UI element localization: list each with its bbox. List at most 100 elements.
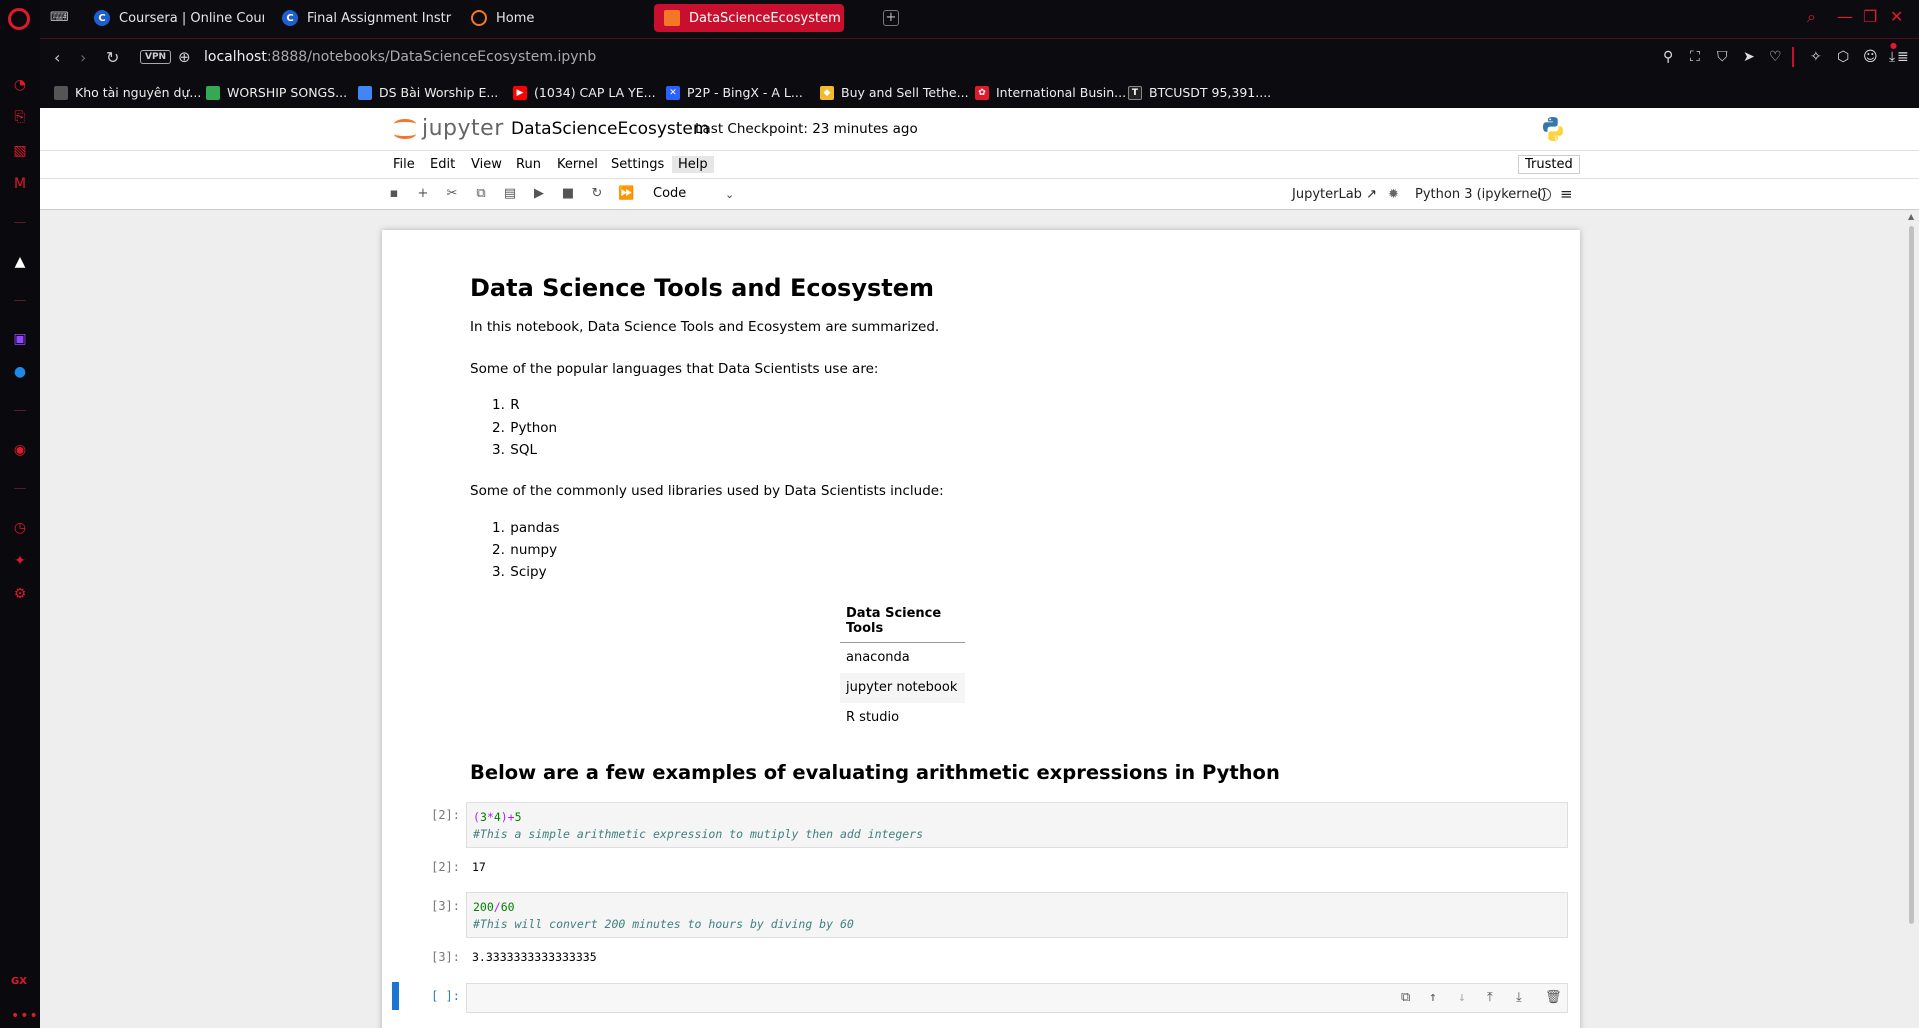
back-button[interactable]: ‹ [54,48,60,67]
extensions-icon[interactable]: ✧ [1810,49,1822,65]
profile-icon[interactable]: ☺ [1863,49,1878,65]
stop-icon[interactable]: ■ [560,186,576,201]
jupyter-icon [471,10,487,26]
tab-datascienceecosystem[interactable]: DataScienceEcosystem [654,4,844,32]
scroll-up-icon[interactable]: ▲ [1908,212,1914,221]
jupyter-menubar: File Edit View Run Kernel Settings Help … [40,150,1919,178]
chevron-down-icon[interactable]: ⌄ [725,188,734,201]
insert-above-icon[interactable]: ⤒ [1487,989,1493,1006]
settings-menu-icon[interactable]: ≡ [1560,185,1573,203]
menu-edit[interactable]: Edit [424,156,461,173]
app-icon[interactable]: ▲ [11,253,29,271]
workspace-icon[interactable]: ⌨ [50,10,69,25]
minimize-button[interactable]: — [1837,7,1853,26]
debugger-bug-icon[interactable]: ✹ [1388,187,1399,202]
jupyter-logo-text: jupyter [422,115,504,141]
output-prompt: [2]: [431,860,460,874]
tab-label: Final Assignment Instruct... [307,10,452,26]
bookmark-item[interactable]: Kho tài nguyên dự... [54,85,201,100]
gx-icon[interactable]: GX [11,976,27,987]
tab-home[interactable]: Home [461,4,641,32]
save-icon[interactable]: ▪ [386,186,402,201]
easy-setup-icon[interactable]: ≣ [1897,49,1909,65]
menu-kernel[interactable]: Kernel [551,156,604,173]
player-icon[interactable]: ◉ [11,441,29,459]
forward-button[interactable]: › [80,48,86,67]
extensions-icon[interactable]: ✦ [11,552,29,570]
code-cell[interactable]: (3*4)+5 #This a simple arithmetic expres… [466,802,1568,848]
menu-help[interactable]: Help [672,156,714,173]
code-cell-empty[interactable]: ⧉ ↑ ↓ ⤒ ⤓ 🗑 [466,983,1568,1013]
vpn-badge[interactable]: VPN [140,50,172,64]
aria-icon[interactable]: ◔ [11,76,29,94]
close-window-button[interactable]: ✕ [1890,7,1903,26]
menu-file[interactable]: File [387,156,421,173]
twitch-icon[interactable]: ▣ [11,330,29,348]
run-all-icon[interactable]: ⏩ [618,186,634,201]
cell-output: 3.3333333333333335 [472,950,597,964]
speed-dial-icon[interactable]: ▧ [11,142,29,160]
cut-icon[interactable]: ✂ [444,186,460,201]
paste-icon[interactable]: ▤ [502,186,518,201]
bookmark-item[interactable]: ✿ International Busin... [975,85,1126,100]
ai-tools-icon[interactable]: ⎘ [11,108,29,126]
code-cell[interactable]: 200/60 #This will convert 200 minutes to… [466,892,1568,938]
address-bar: ‹ › ↻ VPN ⊕ localhost:8888/notebooks/Dat… [40,38,1919,76]
jupyter-logo[interactable]: jupyter [394,115,504,141]
wallet-icon[interactable]: ⬡ [1837,49,1849,65]
gmail-icon[interactable]: M [11,175,29,193]
history-icon[interactable]: ◷ [11,519,29,537]
code-comment: #This will convert 200 minutes to hours … [473,917,854,931]
downloads-icon[interactable]: ⤓ [1889,49,1895,65]
bookmark-label: BTCUSDT 95,391.... [1149,85,1272,100]
bookmark-item[interactable]: ◆ Buy and Sell Tethe... [820,85,969,100]
notebook-title[interactable]: DataScienceEcosystem [511,119,709,139]
scrollbar-thumb[interactable] [1909,226,1914,924]
restore-button[interactable]: ❐ [1863,7,1877,26]
restart-icon[interactable]: ↻ [589,186,605,201]
insert-below-icon[interactable]: ⤓ [1516,989,1522,1006]
url-field[interactable]: localhost:8888/notebooks/DataScienceEcos… [204,49,596,65]
add-cell-icon[interactable]: + [415,186,431,201]
trusted-indicator[interactable]: Trusted [1518,155,1580,174]
python-logo-icon [1543,117,1563,141]
settings-gear-icon[interactable]: ⚙ [11,585,29,603]
pin-icon[interactable]: ⚲ [1663,49,1673,65]
menu-view[interactable]: View [465,156,508,173]
page-scrollbar[interactable]: ▲ [1908,212,1916,1028]
snapshot-icon[interactable]: ⛶ [1690,49,1700,65]
heart-icon[interactable]: ♡ [1769,49,1782,65]
tradingview-icon: T [1128,85,1142,100]
search-tabs-icon[interactable]: ⌕ [1807,7,1816,27]
run-icon[interactable]: ▶ [531,186,547,201]
reload-button[interactable]: ↻ [106,48,119,67]
tab-final-assignment[interactable]: C Final Assignment Instruct... [272,4,452,32]
duplicate-cell-icon[interactable]: ⧉ [1401,989,1410,1006]
bookmark-item[interactable]: ▶ (1034) CAP LA YE... [513,85,656,100]
tab-coursera[interactable]: C Coursera | Online Course... [84,4,264,32]
bookmark-item[interactable]: DS Bài Worship E... [358,85,498,100]
external-link-icon: ↗ [1366,187,1377,202]
kernel-name[interactable]: Python 3 (ipykernel) [1415,187,1546,202]
delete-cell-icon[interactable]: 🗑 [1545,989,1562,1006]
tab-label: DataScienceEcosystem [689,10,841,26]
bookmark-item[interactable]: T BTCUSDT 95,391.... [1128,85,1271,100]
menu-run[interactable]: Run [510,156,547,173]
move-up-icon[interactable]: ↑ [1429,989,1437,1006]
send-icon[interactable]: ➤ [1743,49,1755,65]
adblock-shield-icon[interactable]: ⛉ [1717,49,1728,65]
copy-icon[interactable]: ⧉ [473,186,489,201]
jupyter-logo-icon [394,115,416,141]
jupyterlab-link[interactable]: JupyterLab ↗ [1292,187,1377,202]
menu-settings[interactable]: Settings [605,156,670,173]
messenger-icon[interactable]: ● [11,363,29,381]
new-tab-button[interactable]: + [883,10,899,26]
opera-logo-icon[interactable] [8,8,30,30]
move-down-icon[interactable]: ↓ [1458,989,1466,1006]
bookmark-item[interactable]: ✕ P2P - BingX - A L... [666,85,803,100]
bookmark-label: (1034) CAP LA YE... [534,85,656,100]
more-dots-icon[interactable]: ••• [11,1008,39,1024]
notebook-panel: Data Science Tools and Ecosystem In this… [382,230,1580,1028]
arithmetic-heading: Below are a few examples of evaluating a… [470,761,1280,784]
bookmark-item[interactable]: WORSHIP SONGS... [206,85,347,100]
